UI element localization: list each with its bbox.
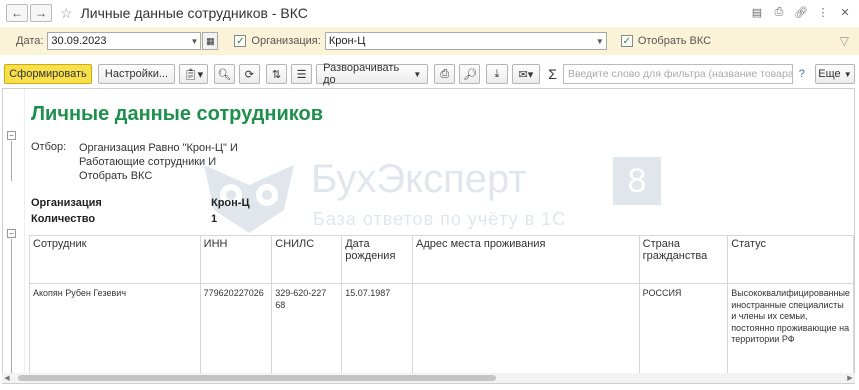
country-cell[interactable]: РОССИЯ — [638, 283, 729, 374]
sum-icon[interactable]: Σ — [548, 66, 557, 82]
watermark-number: 8 — [613, 157, 661, 205]
group-count-label: Количество — [31, 213, 96, 225]
window-controls: ▤ ⎙ 🔗︎ ⋮ ✕ — [749, 4, 853, 20]
send-email-button[interactable]: ✉︎▾ — [511, 64, 541, 84]
command-bar: Сформировать Настройки... 📋︎▾ 🔍︎ ⟳ ⇅ ☰ Р… — [0, 61, 859, 87]
group-button[interactable]: ☰ — [290, 64, 313, 84]
group-icon: ☰ — [296, 68, 307, 81]
save-file-button[interactable]: ⤓ — [486, 64, 508, 84]
column-header[interactable]: Статус — [727, 235, 854, 284]
org-checkbox[interactable]: ✓ — [234, 35, 247, 47]
generate-button[interactable]: Сформировать — [4, 64, 92, 84]
group-gutter: − − — [3, 89, 25, 383]
horizontal-scrollbar[interactable]: ◀ ▶ — [2, 373, 855, 383]
date-label: Дата: — [16, 35, 44, 47]
table-header-row: Сотрудник ИНН СНИЛС Дата рождения Адрес … — [29, 235, 854, 284]
envelope-icon: ✉︎▾ — [518, 68, 534, 81]
collapse-icon[interactable]: − — [7, 131, 16, 140]
group-org-label: Организация — [31, 197, 102, 209]
column-header[interactable]: Дата рождения — [341, 235, 414, 284]
preview-icon: 🔎︎ — [462, 68, 477, 81]
filter-funnel-icon[interactable]: ▽ — [840, 34, 849, 48]
variants-button[interactable]: 📋︎▾ — [179, 64, 208, 84]
search-icon: 🔍︎ — [217, 68, 232, 81]
favorite-star-icon[interactable]: ☆ — [60, 5, 73, 22]
group-org-value: Крон-Ц — [211, 197, 250, 209]
address-cell[interactable] — [412, 283, 640, 374]
org-input[interactable]: Крон-Ц ▼ — [324, 32, 607, 50]
snils-cell[interactable]: 329-620-227 68 — [271, 283, 343, 374]
chevron-down-icon[interactable]: ▼ — [188, 33, 200, 49]
chevron-down-icon: ▼ — [413, 69, 422, 79]
status-cell[interactable]: Высококвалифицированные иностранные спец… — [727, 283, 854, 374]
print-icon[interactable]: ⎙ — [771, 4, 787, 20]
window-title: Личные данные сотрудников - ВКС — [80, 5, 308, 21]
watermark: БухЭксперт 8 База ответов по учёту в 1С — [199, 155, 669, 245]
org-value: Крон-Ц — [328, 35, 366, 47]
scroll-left-icon[interactable]: ◀ — [2, 373, 12, 383]
filter-label: Отбор: — [31, 141, 67, 153]
vks-checkbox[interactable]: ✓ — [620, 35, 633, 47]
back-button[interactable]: ← — [6, 4, 28, 22]
more-icon[interactable]: ⋮ — [815, 4, 831, 20]
group-count-value: 1 — [211, 213, 218, 225]
column-header[interactable]: Адрес места проживания — [412, 235, 640, 284]
watermark-brand: БухЭксперт — [311, 157, 527, 201]
filter-search-input[interactable]: Введите слово для фильтра (название това… — [562, 64, 793, 84]
filter-line: Отобрать ВКС — [79, 170, 153, 182]
report-spreadsheet[interactable]: − − БухЭксперт 8 База ответов по учёту в… — [2, 88, 855, 384]
help-icon[interactable]: ? — [799, 68, 805, 80]
filter-line: Работающие сотрудники И — [79, 156, 217, 168]
date-input[interactable]: 30.09.2023 ▼ — [47, 32, 202, 50]
scrollbar-thumb[interactable] — [18, 375, 496, 381]
more-button[interactable]: Еще ▼ — [814, 64, 855, 84]
expand-dropdown[interactable]: Разворачивать до ▼ — [316, 62, 429, 86]
close-icon[interactable]: ✕ — [837, 4, 853, 20]
settings-button[interactable]: Настройки... — [97, 64, 176, 84]
employee-cell[interactable]: Акопян Рубен Гезевич — [29, 283, 201, 374]
date-value: 30.09.2023 — [51, 35, 107, 47]
chevron-down-icon[interactable]: ▼ — [594, 33, 606, 49]
save-icon[interactable]: ▤ — [749, 4, 765, 20]
print-button[interactable]: ⎙ — [434, 64, 456, 84]
expand-label: Разворачивать до — [323, 62, 400, 86]
find-next-button[interactable]: ⟳ — [238, 64, 260, 84]
print-icon: ⎙ — [440, 67, 450, 80]
collapse-icon[interactable]: − — [7, 229, 16, 238]
birth-date-cell[interactable]: 15.07.1987 — [341, 283, 414, 374]
title-bar: ← → ☆ Личные данные сотрудников - ВКС ▤ … — [0, 0, 859, 26]
employees-table: Сотрудник ИНН СНИЛС Дата рождения Адрес … — [29, 235, 854, 374]
calendar-icon[interactable]: ▦ — [202, 32, 219, 50]
link-icon[interactable]: 🔗︎ — [793, 4, 809, 20]
column-header[interactable]: Страна гражданства — [638, 235, 729, 284]
forward-button[interactable]: → — [30, 4, 52, 22]
column-header[interactable]: ИНН — [199, 235, 273, 284]
table-row[interactable]: Акопян Рубен Гезевич 779620227026 329-62… — [29, 283, 854, 374]
arrow-right-icon: → — [35, 6, 47, 20]
report-title: Личные данные сотрудников — [31, 103, 324, 125]
preview-button[interactable]: 🔎︎ — [459, 64, 481, 84]
chevron-down-icon: ▼ — [843, 69, 852, 79]
watermark-subtitle: База ответов по учёту в 1С — [313, 209, 567, 229]
sort-icon: ⇅ — [271, 68, 282, 81]
sort-button[interactable]: ⇅ — [265, 64, 287, 84]
clipboard-icon: 📋︎▾ — [183, 68, 204, 81]
find-button[interactable]: 🔍︎ — [213, 64, 235, 84]
filter-panel: Дата: 30.09.2023 ▼ ▦ ✓ Организация: Крон… — [0, 27, 859, 55]
column-header[interactable]: Сотрудник — [29, 235, 201, 284]
org-label: Организация: — [251, 35, 321, 47]
download-icon: ⤓ — [494, 67, 500, 80]
inn-cell[interactable]: 779620227026 — [199, 283, 273, 374]
vks-label: Отобрать ВКС — [637, 35, 712, 47]
scroll-right-icon[interactable]: ▶ — [845, 373, 855, 383]
filter-line: Организация Равно "Крон-Ц" И — [79, 142, 238, 154]
column-header[interactable]: СНИЛС — [271, 235, 343, 284]
more-label: Еще — [818, 68, 841, 80]
search-next-icon: ⟳ — [244, 68, 254, 81]
arrow-left-icon: ← — [11, 6, 23, 20]
filter-description: Организация Равно "Крон-Ц" И Работающие … — [79, 141, 238, 183]
